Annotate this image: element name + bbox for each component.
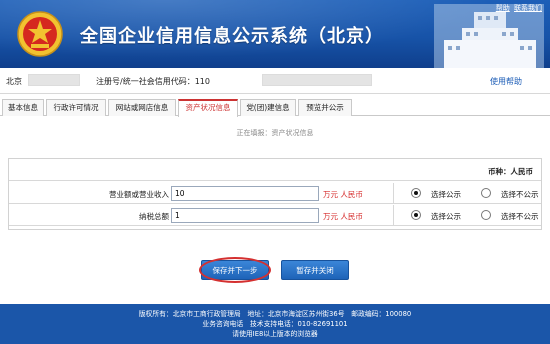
revenue-label: 营业额或营业收入 (109, 190, 169, 199)
asset-form-panel: 币种：人民币 营业额或营业收入 万元 人民币 选择公示 选择不公示 纳税总额 万… (8, 158, 542, 230)
save-close-button[interactable]: 暂存并关闭 (281, 260, 349, 280)
revenue-publish-label: 选择公示 (431, 190, 461, 199)
redacted-enterprise-name (28, 74, 80, 86)
footer-copyright: 版权所有：北京市工商行政管理局 地址：北京市海淀区苏州街36号 邮政编码：100… (138, 310, 412, 318)
tax-no-publish-label: 选择不公示 (501, 212, 539, 221)
column-divider (393, 183, 394, 204)
tab-bar: 基本信息 行政许可情况 网站或网店信息 资产状况信息 党(团)建信息 预览并公示 (0, 96, 550, 117)
tax-publish-radio[interactable] (411, 210, 421, 220)
column-divider (393, 205, 394, 226)
tab-party-building[interactable]: 党(团)建信息 (240, 99, 296, 116)
save-next-button[interactable]: 保存并下一步 (201, 260, 269, 280)
currency-label: 币种：人民币 (488, 167, 533, 176)
tax-input[interactable] (171, 208, 319, 223)
national-emblem-icon (17, 11, 63, 57)
currency-row: 币种：人民币 (9, 159, 541, 181)
tab-asset-status[interactable]: 资产状况信息 (178, 99, 238, 117)
redacted-registration-number (262, 74, 372, 86)
tab-admin-license[interactable]: 行政许可情况 (46, 99, 106, 116)
top-links: 帮助 联系我们 (494, 3, 542, 13)
revenue-unit: 万元 人民币 (323, 190, 363, 199)
top-link-help[interactable]: 帮助 (496, 4, 510, 12)
footer-phone: 业务咨询电话 技术支持电话：010-82691101 (202, 320, 348, 328)
registration-number-label: 注册号/统一社会信用代码：110 (96, 77, 210, 86)
tab-basic-info[interactable]: 基本信息 (2, 99, 44, 116)
filling-status-text: 正在填报：资产状况信息 (236, 129, 314, 137)
form-row-tax: 纳税总额 万元 人民币 选择公示 选择不公示 (9, 205, 541, 226)
enterprise-info-bar: 北京 注册号/统一社会信用代码：110 使用帮助 (0, 68, 550, 94)
site-footer: 版权所有：北京市工商行政管理局 地址：北京市海淀区苏州街36号 邮政编码：100… (0, 304, 550, 344)
footer-browser-note: 请使用IE8以上版本的浏览器 (232, 330, 318, 338)
tax-label: 纳税总额 (139, 212, 169, 221)
revenue-publish-radio[interactable] (411, 188, 421, 198)
tax-no-publish-radio[interactable] (481, 210, 491, 220)
revenue-no-publish-radio[interactable] (481, 188, 491, 198)
revenue-input[interactable] (171, 186, 319, 201)
building-image (434, 4, 544, 68)
city-label: 北京 (6, 77, 22, 86)
site-title: 全国企业信用信息公示系统（北京） (80, 26, 384, 47)
help-link[interactable]: 使用帮助 (490, 76, 522, 87)
tab-website-info[interactable]: 网站或网店信息 (108, 99, 176, 116)
tab-preview-publish[interactable]: 预览并公示 (298, 99, 352, 116)
site-header: 全国企业信用信息公示系统（北京） 帮助 联系我们 (0, 0, 550, 68)
tax-publish-label: 选择公示 (431, 212, 461, 221)
top-link-contact[interactable]: 联系我们 (514, 4, 542, 12)
form-row-revenue: 营业额或营业收入 万元 人民币 选择公示 选择不公示 (9, 183, 541, 204)
revenue-no-publish-label: 选择不公示 (501, 190, 539, 199)
tax-unit: 万元 人民币 (323, 212, 363, 221)
